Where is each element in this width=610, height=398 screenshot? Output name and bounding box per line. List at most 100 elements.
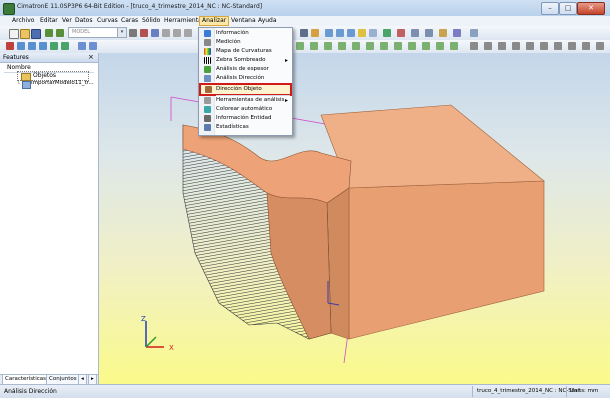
section-icon[interactable] bbox=[484, 42, 492, 50]
menu-item-label: Información bbox=[216, 30, 249, 36]
status-units: Units: mm bbox=[570, 388, 599, 394]
folder-icon[interactable] bbox=[439, 29, 447, 37]
menu-item-zebra[interactable]: Zebra Sombreado ▸ bbox=[200, 56, 291, 65]
select-all-icon[interactable] bbox=[162, 29, 170, 37]
menu-item-label: Estadísticas bbox=[216, 124, 249, 130]
features-panel-title: Features bbox=[3, 54, 29, 61]
menu-caras[interactable]: Caras bbox=[119, 17, 140, 25]
y-axis-line bbox=[145, 336, 157, 348]
grid-icon[interactable] bbox=[173, 29, 181, 37]
extrude-icon[interactable] bbox=[50, 42, 58, 50]
part-face-front bbox=[348, 180, 545, 340]
menu-item-informacion[interactable]: Información bbox=[200, 29, 291, 38]
menu-item-analisis-direccion[interactable]: Análisis Dirección bbox=[200, 74, 291, 83]
scale-icon[interactable] bbox=[436, 42, 444, 50]
menu-item-colorear[interactable]: Colorear automático bbox=[200, 105, 291, 114]
menu-curvas[interactable]: Curvas bbox=[95, 17, 120, 25]
menu-datos[interactable]: Datos bbox=[73, 17, 94, 25]
entity-toolbar-icon[interactable] bbox=[596, 42, 604, 50]
pattern-icon[interactable] bbox=[422, 42, 430, 50]
tree-item-import-model[interactable]: └ ImportarModelo11_tr... bbox=[17, 80, 95, 89]
settings-icon[interactable] bbox=[425, 29, 433, 37]
tree-expand-icon[interactable]: └ bbox=[17, 81, 20, 87]
curvature-icon[interactable] bbox=[498, 42, 506, 50]
menu-item-espesor[interactable]: Análisis de espesor bbox=[200, 65, 291, 74]
menu-analizar[interactable]: Analizar bbox=[199, 16, 230, 26]
fillet-icon[interactable] bbox=[352, 42, 360, 50]
trim-icon[interactable] bbox=[310, 42, 318, 50]
menu-editar[interactable]: Editar bbox=[38, 17, 60, 25]
stats-toolbar-icon[interactable] bbox=[568, 42, 576, 50]
measure-icon[interactable] bbox=[470, 42, 478, 50]
layers-icon[interactable] bbox=[453, 29, 461, 37]
layer-icon[interactable] bbox=[129, 29, 137, 37]
save-icon[interactable] bbox=[31, 29, 41, 39]
split-icon[interactable] bbox=[324, 42, 332, 50]
properties-icon[interactable] bbox=[411, 29, 419, 37]
close-button[interactable]: ✕ bbox=[577, 2, 605, 15]
shade-icon[interactable] bbox=[311, 29, 319, 37]
filter-icon[interactable] bbox=[151, 29, 159, 37]
menu-item-label: Análisis de espesor bbox=[216, 66, 269, 72]
menu-item-label: Zebra Sombreado bbox=[216, 57, 266, 63]
delete-icon[interactable] bbox=[397, 29, 405, 37]
help-icon[interactable] bbox=[470, 29, 478, 37]
menu-item-label: Mapa de Curvaturas bbox=[216, 48, 272, 54]
column-header-label: Nombre bbox=[7, 64, 31, 71]
menu-item-estadisticas[interactable]: Estadísticas bbox=[200, 123, 291, 132]
object-direction-icon bbox=[205, 86, 212, 93]
draft-analysis-icon[interactable] bbox=[512, 42, 520, 50]
view-icon[interactable] bbox=[300, 29, 308, 37]
info-toolbar-icon[interactable] bbox=[554, 42, 562, 50]
chamfer-icon[interactable] bbox=[366, 42, 374, 50]
minimize-button[interactable]: – bbox=[541, 2, 559, 15]
features-panel: Features × Nombre Objetos └ ImportarMode… bbox=[0, 53, 99, 385]
blend-icon[interactable] bbox=[89, 42, 97, 50]
merge-icon[interactable] bbox=[338, 42, 346, 50]
thickness-analysis-icon[interactable] bbox=[526, 42, 534, 50]
menu-solido[interactable]: Sólido bbox=[140, 17, 162, 25]
shell-icon[interactable] bbox=[380, 42, 388, 50]
graphics-viewport[interactable]: Z X bbox=[99, 53, 610, 384]
pan-icon[interactable] bbox=[336, 29, 344, 37]
color-toolbar-icon[interactable] bbox=[582, 42, 590, 50]
window-title: CimatronE 11.0SP3P6 64-Bit Edition - [tr… bbox=[17, 3, 263, 10]
x-axis-label: X bbox=[169, 344, 174, 352]
snap-icon[interactable] bbox=[184, 29, 192, 37]
open-folder-icon[interactable] bbox=[20, 29, 30, 39]
rotate-icon[interactable] bbox=[325, 29, 333, 37]
maximize-button[interactable]: □ bbox=[559, 2, 577, 15]
zoom-icon[interactable] bbox=[347, 29, 355, 37]
revolve-icon[interactable] bbox=[61, 42, 69, 50]
menu-ayuda[interactable]: Ayuda bbox=[256, 17, 279, 25]
menu-item-herramientas-analisis[interactable]: Herramientas de análisis ▸ bbox=[200, 96, 291, 105]
spline-icon[interactable] bbox=[39, 42, 47, 50]
arc-icon[interactable] bbox=[28, 42, 36, 50]
point-icon[interactable] bbox=[6, 42, 14, 50]
menu-ver[interactable]: Ver bbox=[60, 17, 74, 25]
draft-icon[interactable] bbox=[394, 42, 402, 50]
model-select[interactable]: MODEL ▾ bbox=[68, 27, 127, 38]
menu-ventana[interactable]: Ventana bbox=[229, 17, 258, 25]
mirror-icon[interactable] bbox=[408, 42, 416, 50]
thickness-icon bbox=[204, 66, 211, 73]
light-icon[interactable] bbox=[358, 29, 366, 37]
zebra-toolbar-icon[interactable] bbox=[540, 42, 548, 50]
offset-icon[interactable] bbox=[296, 42, 304, 50]
menu-item-informacion-entidad[interactable]: Información Entidad bbox=[200, 114, 291, 123]
fit-icon[interactable] bbox=[369, 29, 377, 37]
redo-icon[interactable] bbox=[56, 29, 64, 37]
entity-info-icon bbox=[204, 115, 211, 122]
model-3d-view: Z X bbox=[141, 96, 545, 364]
pick-icon[interactable] bbox=[140, 29, 148, 37]
face-icon[interactable] bbox=[78, 42, 86, 50]
menu-item-mapa-curvaturas[interactable]: Mapa de Curvaturas bbox=[200, 47, 291, 56]
panel-close-icon[interactable]: × bbox=[88, 53, 94, 61]
line-icon[interactable] bbox=[17, 42, 25, 50]
new-file-icon[interactable] bbox=[9, 29, 19, 39]
menu-archivo[interactable]: Archivo bbox=[10, 17, 36, 25]
undo-icon[interactable] bbox=[45, 29, 53, 37]
menu-item-medicion[interactable]: Medición bbox=[200, 38, 291, 47]
refresh-icon[interactable] bbox=[383, 29, 391, 37]
move-icon[interactable] bbox=[450, 42, 458, 50]
